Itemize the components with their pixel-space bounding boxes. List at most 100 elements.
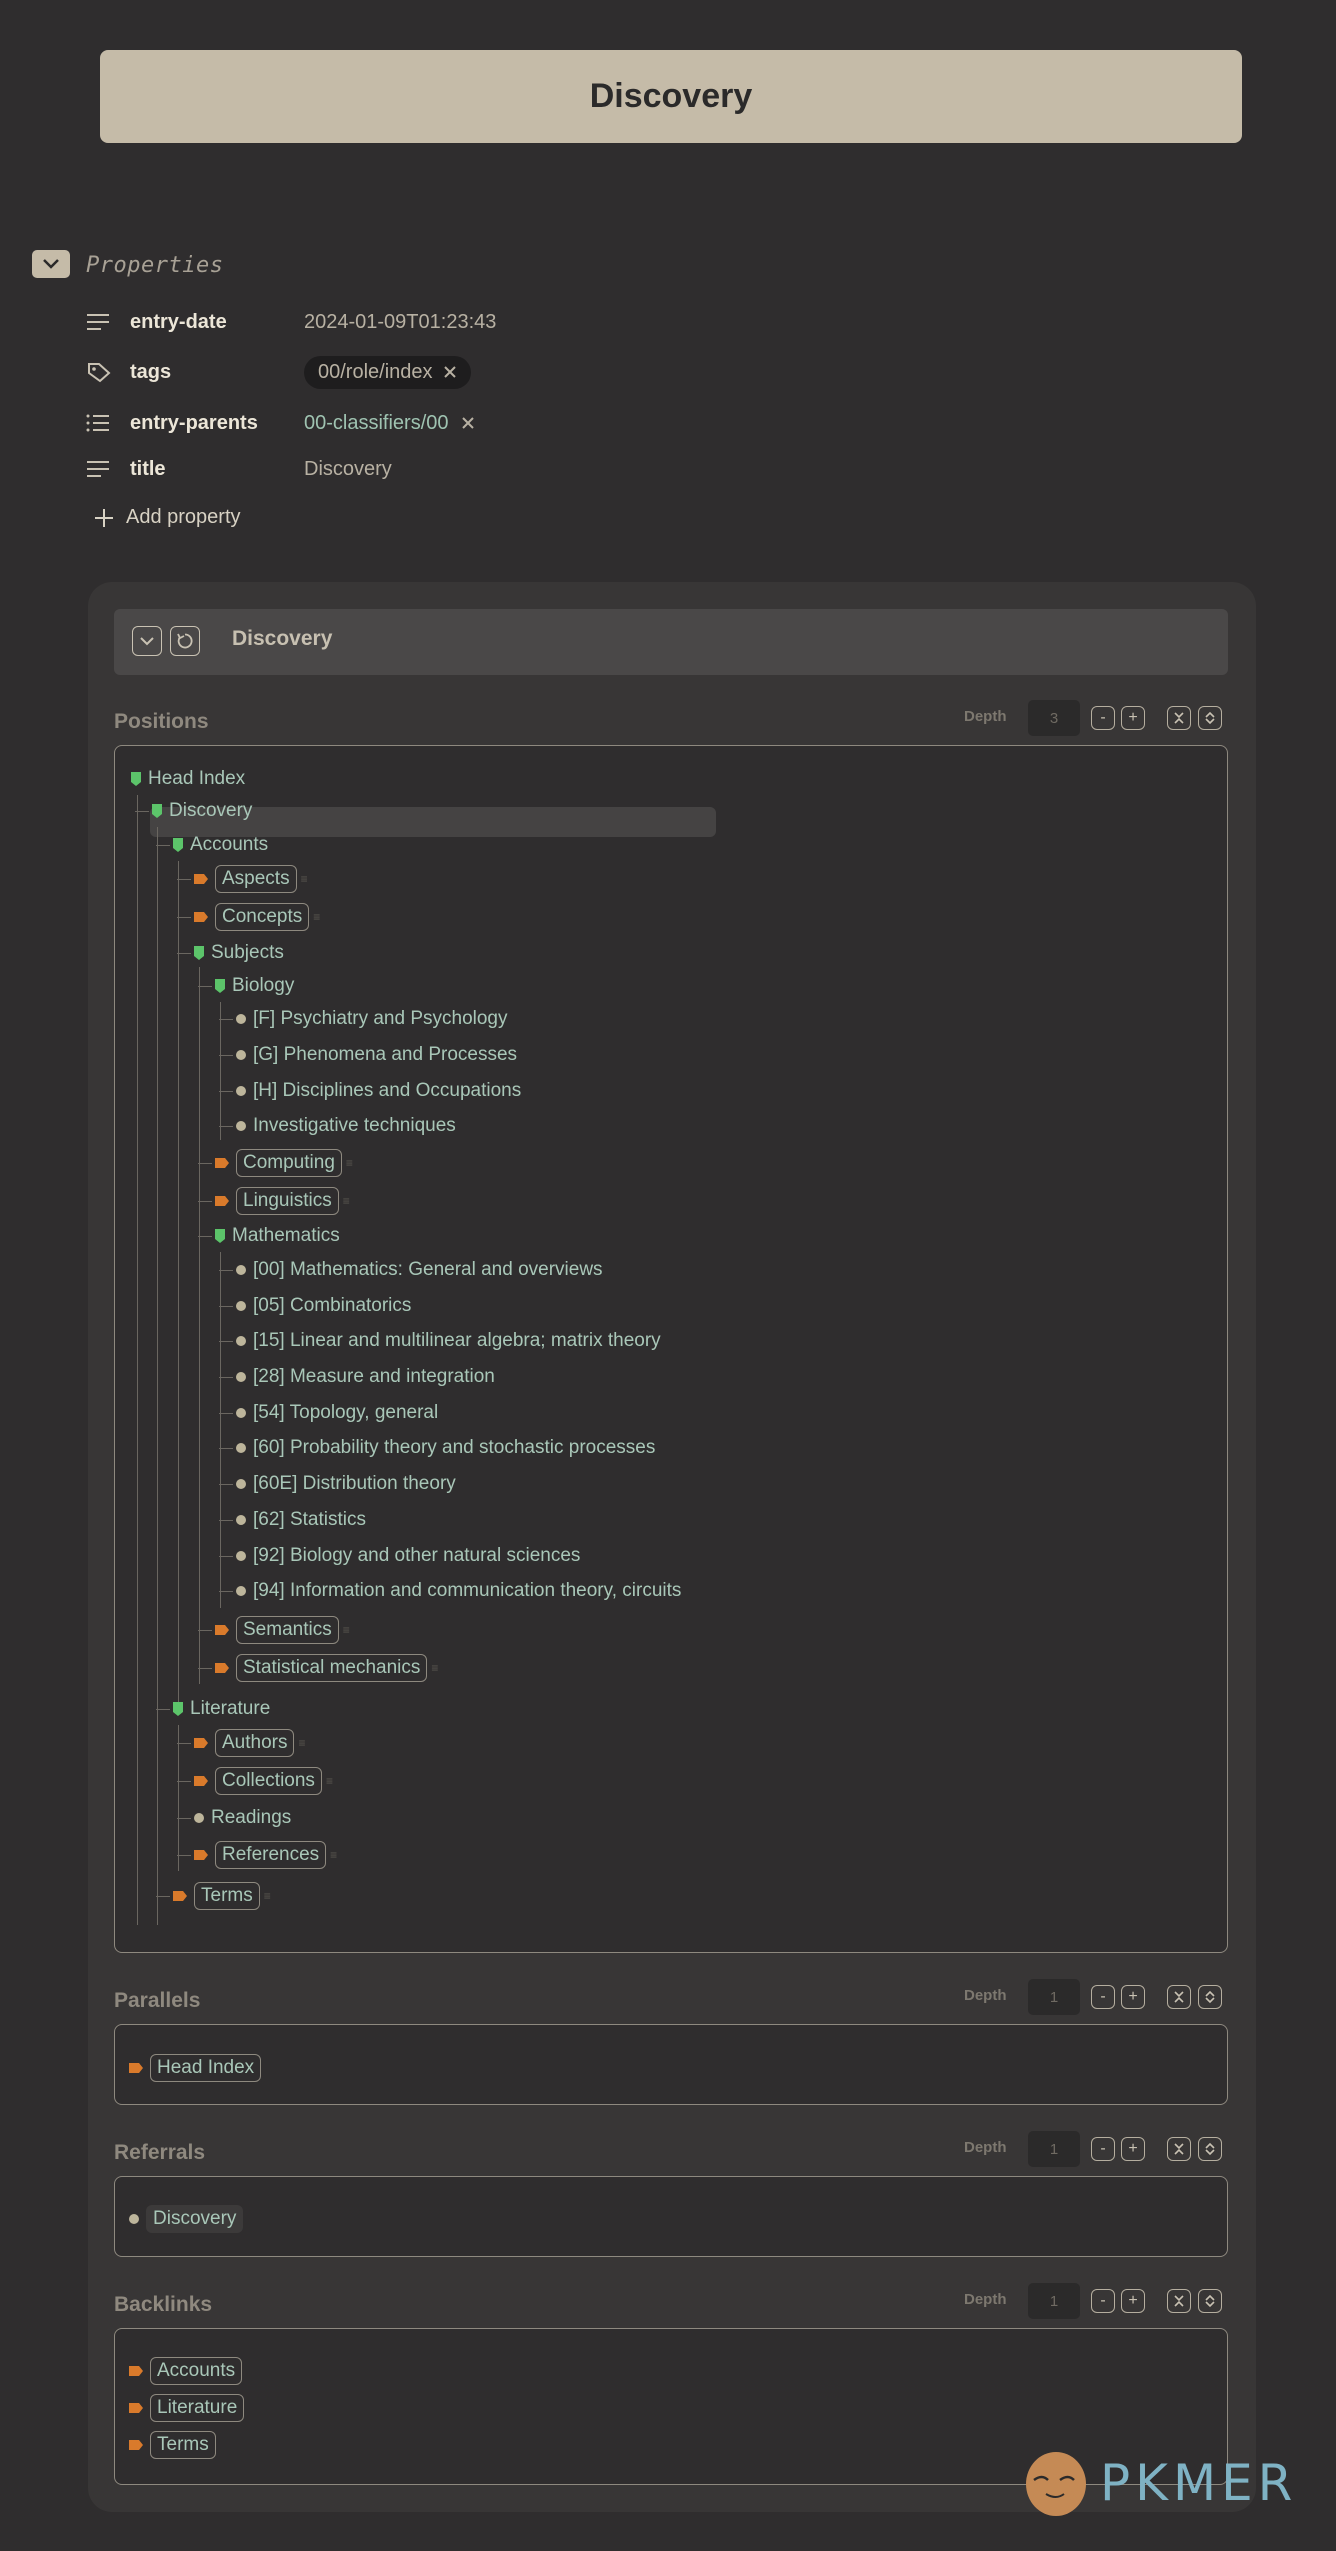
tree-node[interactable]: Concepts ≡ [177, 902, 320, 932]
arrow-tag-icon [173, 1891, 187, 1901]
tree-node[interactable]: Authors ≡ [177, 1728, 306, 1758]
tree-node[interactable]: References ≡ [177, 1840, 337, 1870]
collapse-all-button[interactable] [1167, 2137, 1191, 2161]
bookmark-icon [215, 979, 225, 993]
expand-all-button[interactable] [1198, 2289, 1222, 2313]
tree-node[interactable]: Discovery [135, 796, 252, 826]
tree-node-label: [G] Phenomena and Processes [253, 1044, 518, 1065]
connector-icon [156, 1708, 170, 1710]
connector-icon [219, 1125, 233, 1127]
list-icon [86, 410, 116, 436]
tree-node[interactable]: Head Index [130, 764, 245, 794]
tree-node[interactable]: Computing ≡ [198, 1148, 353, 1178]
close-icon[interactable] [443, 365, 457, 379]
backlinks-item[interactable]: Terms [128, 2430, 216, 2460]
tree-node-label: [54] Topology, general [253, 1402, 439, 1423]
section-title-backlinks: Backlinks [114, 2293, 213, 2316]
expand-all-button[interactable] [1198, 706, 1222, 730]
tree-node-label: [60E] Distribution theory [253, 1473, 456, 1494]
chevron-down-icon [140, 637, 154, 646]
parent-link-label: 00-classifiers/00 [304, 411, 449, 434]
node-suffix-dot: ≡ [342, 1623, 350, 1637]
depth-decrease-button[interactable]: - [1091, 2289, 1115, 2313]
tree-node[interactable]: [94] Information and communication theor… [219, 1576, 681, 1606]
add-property-label: Add property [126, 506, 241, 528]
tree-node[interactable]: Subjects [177, 938, 284, 968]
parallels-item[interactable]: Head Index [128, 2053, 262, 2083]
tree-node[interactable]: [54] Topology, general [219, 1398, 438, 1428]
connector-icon [135, 810, 149, 812]
collapse-all-button[interactable] [1167, 706, 1191, 730]
tree-node[interactable]: [H] Disciplines and Occupations [219, 1076, 521, 1106]
arrow-tag-icon [129, 2366, 143, 2376]
property-value[interactable]: Discovery [304, 458, 392, 481]
connector-icon [198, 985, 212, 987]
tree-node[interactable]: [05] Combinatorics [219, 1291, 411, 1321]
collapse-button[interactable] [132, 626, 162, 656]
property-value[interactable]: 2024-01-09T01:23:43 [304, 311, 496, 334]
tree-node[interactable]: Statistical mechanics ≡ [198, 1653, 438, 1683]
tree-node-label: Computing [236, 1149, 342, 1177]
tree-node[interactable]: Collections ≡ [177, 1766, 333, 1796]
arrow-tag-icon [215, 1158, 229, 1168]
tree-node[interactable]: Semantics ≡ [198, 1615, 350, 1645]
referrals-item[interactable]: Discovery [128, 2204, 244, 2234]
refresh-button[interactable] [170, 626, 200, 656]
expand-all-button[interactable] [1198, 2137, 1222, 2161]
tree-node[interactable]: Biology [198, 971, 294, 1001]
tree-node[interactable]: [92] Biology and other natural sciences [219, 1541, 580, 1571]
arrow-tag-icon [215, 1625, 229, 1635]
tree-node[interactable]: Investigative techniques [219, 1111, 456, 1141]
tree-node[interactable]: [G] Phenomena and Processes [219, 1040, 517, 1070]
unfold-icon [1205, 711, 1215, 725]
properties-collapse-button[interactable] [32, 250, 70, 278]
add-property-button[interactable]: Add property [94, 506, 241, 529]
parent-link[interactable]: 00-classifiers/00 [304, 412, 475, 435]
depth-increase-button[interactable]: + [1121, 2289, 1145, 2313]
collapse-all-button[interactable] [1167, 2289, 1191, 2313]
tree-node[interactable]: Readings [177, 1803, 291, 1833]
tree-node-label: Investigative techniques [253, 1115, 456, 1136]
connector-icon [177, 1817, 191, 1819]
tree-node[interactable]: [62] Statistics [219, 1505, 366, 1535]
tree-node[interactable]: Aspects ≡ [177, 864, 308, 894]
depth-decrease-button[interactable]: - [1091, 1985, 1115, 2009]
depth-input[interactable]: 1 [1028, 1979, 1080, 2015]
expand-all-button[interactable] [1198, 1985, 1222, 2009]
property-row-entry-parents: entry-parents 00-classifiers/00 [86, 406, 475, 440]
tree-node[interactable]: [F] Psychiatry and Psychology [219, 1004, 508, 1034]
tag-pill[interactable]: 00/role/index [304, 355, 471, 389]
tree-node[interactable]: [60E] Distribution theory [219, 1469, 456, 1499]
tree-node-label: [62] Statistics [253, 1509, 366, 1530]
tree-node-label: Head Index [148, 768, 246, 789]
depth-input[interactable]: 1 [1028, 2283, 1080, 2319]
depth-decrease-button[interactable]: - [1091, 706, 1115, 730]
tree-node[interactable]: [00] Mathematics: General and overviews [219, 1255, 603, 1285]
parallels-label: Head Index [150, 2054, 262, 2082]
depth-input[interactable]: 3 [1028, 700, 1080, 736]
node-suffix-dot: ≡ [313, 910, 321, 924]
dot-icon [236, 1121, 246, 1131]
connector-icon [219, 1519, 233, 1521]
connector-icon [198, 1235, 212, 1237]
depth-increase-button[interactable]: + [1121, 2137, 1145, 2161]
collapse-all-button[interactable] [1167, 1985, 1191, 2009]
dot-icon [236, 1014, 246, 1024]
tree-node[interactable]: [15] Linear and multilinear algebra; mat… [219, 1326, 661, 1356]
depth-increase-button[interactable]: + [1121, 706, 1145, 730]
close-icon[interactable] [461, 416, 475, 430]
tree-node[interactable]: Literature [156, 1694, 270, 1724]
backlinks-item[interactable]: Literature [128, 2393, 245, 2423]
tree-node[interactable]: Mathematics [198, 1221, 340, 1251]
tree-node[interactable]: [60] Probability theory and stochastic p… [219, 1433, 655, 1463]
tree-node[interactable]: Terms ≡ [156, 1881, 271, 1911]
depth-increase-button[interactable]: + [1121, 1985, 1145, 2009]
tree-node[interactable]: Linguistics ≡ [198, 1186, 350, 1216]
connector-icon [219, 1018, 233, 1020]
depth-input[interactable]: 1 [1028, 2131, 1080, 2167]
tree-node[interactable]: Accounts [156, 830, 268, 860]
connector-icon [219, 1269, 233, 1271]
backlinks-item[interactable]: Accounts [128, 2356, 243, 2386]
depth-decrease-button[interactable]: - [1091, 2137, 1115, 2161]
tree-node[interactable]: [28] Measure and integration [219, 1362, 495, 1392]
